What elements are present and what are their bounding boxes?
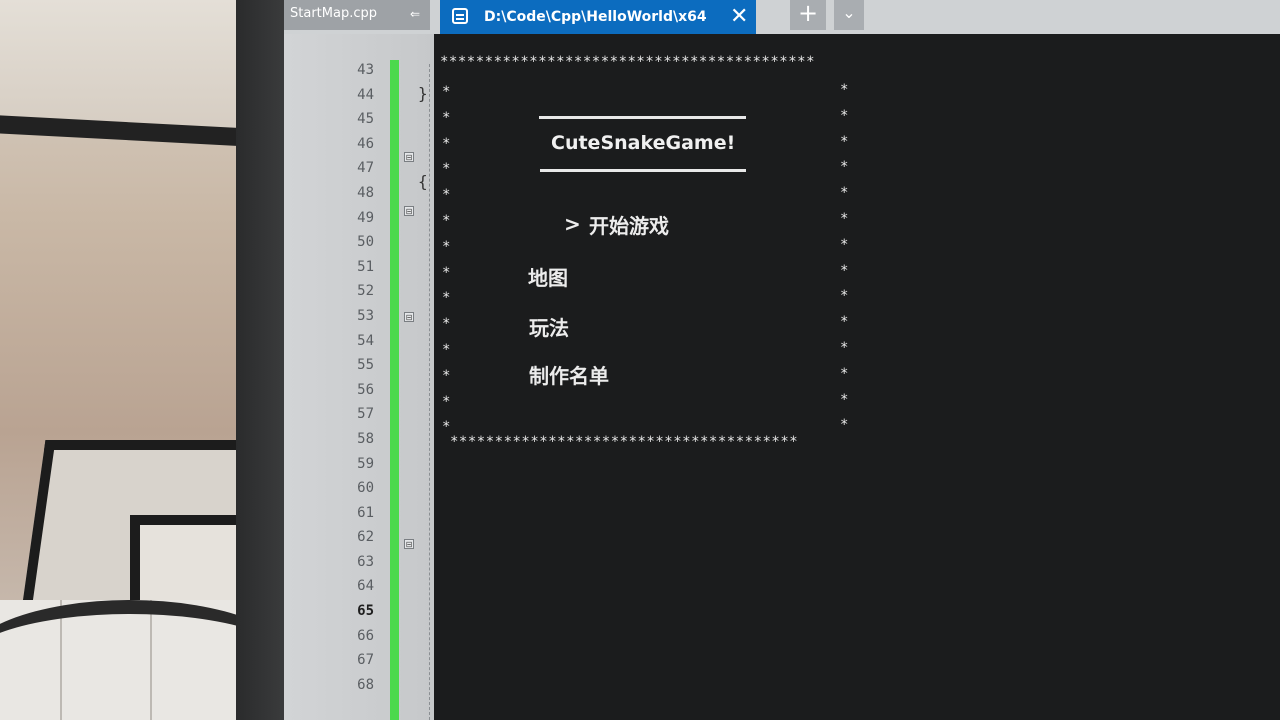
line-number: 52 <box>357 283 374 300</box>
line-number: 61 <box>357 504 374 521</box>
monitor-bezel <box>236 0 284 720</box>
chevron-down-icon[interactable]: ⌄ <box>834 0 864 30</box>
fold-toggle-icon[interactable]: ⊟ <box>404 206 414 216</box>
title-rule-top <box>539 116 746 119</box>
line-number: 58 <box>357 430 374 447</box>
menu-item-how-to-play[interactable]: 玩法 <box>529 312 569 341</box>
background-room <box>0 0 270 720</box>
line-number: 60 <box>357 480 374 497</box>
editor-gutter: 43 44 45 46 47 48 49 50 51 52 53 54 55 56 57 58 59 60 61 62… <box>284 34 434 720</box>
line-number: 62 <box>357 529 374 546</box>
line-number: 48 <box>357 184 374 201</box>
console-window-icon <box>452 8 468 24</box>
code-brace: } <box>418 84 428 103</box>
tab-label: StartMap.cpp <box>290 6 377 21</box>
pin-icon[interactable]: ⇐ <box>410 0 420 28</box>
line-number: 64 <box>357 578 374 595</box>
new-tab-button[interactable]: + <box>790 0 826 30</box>
line-number: 53 <box>357 307 374 324</box>
line-number: 51 <box>357 258 374 275</box>
menu-item-map[interactable]: 地图 <box>528 262 568 291</box>
fold-toggle-icon[interactable]: ⊟ <box>404 539 414 549</box>
line-number: 45 <box>357 111 374 128</box>
line-number: 43 <box>357 62 374 78</box>
line-number: 57 <box>357 406 374 423</box>
menu-item-credits[interactable]: 制作名单 <box>529 360 609 389</box>
line-number: 44 <box>357 86 374 103</box>
fold-toggle-icon[interactable]: ⊟ <box>404 312 414 322</box>
line-number: 56 <box>357 381 374 398</box>
tab-label: D:\Code\Cpp\HelloWorld\x64 <box>484 9 707 25</box>
border-bottom: *************************************** <box>450 434 799 450</box>
line-number: 68 <box>357 676 374 693</box>
line-number: 54 <box>357 332 374 349</box>
line-number: 65 <box>357 603 374 620</box>
menu-cursor: > <box>564 212 581 236</box>
line-number: 50 <box>357 234 374 251</box>
fold-toggle-icon[interactable]: ⊟ <box>404 152 414 162</box>
line-number: 46 <box>357 135 374 152</box>
line-number: 66 <box>357 627 374 644</box>
title-rule-bottom <box>540 169 746 172</box>
chair-arc <box>0 600 270 720</box>
line-number: 59 <box>357 455 374 472</box>
tab-bar: StartMap.cpp ⇐ D:\Code\Cpp\HelloWorld\x6… <box>284 0 1280 34</box>
indent-guide <box>429 64 430 720</box>
console-window: ****************************************… <box>434 34 1280 720</box>
change-tracking-bar <box>390 60 399 720</box>
game-title: CuteSnakeGame! <box>551 132 736 154</box>
close-icon[interactable]: ✕ <box>730 0 748 34</box>
menu-item-start-game[interactable]: 开始游戏 <box>589 210 669 239</box>
tab-startmap[interactable]: StartMap.cpp ⇐ <box>284 0 430 30</box>
line-numbers: 43 44 45 46 47 48 49 50 51 52 53 54 55 56 57 58 59 60 61 62… <box>314 62 374 701</box>
wall-upper <box>0 0 270 130</box>
border-left: * * * * * * * * * * * * * * <box>442 84 451 436</box>
tab-console[interactable]: D:\Code\Cpp\HelloWorld\x64 ✕ <box>440 0 756 34</box>
line-number: 49 <box>357 209 374 226</box>
border-right: * * * * * * * * * * * * * * <box>840 82 849 434</box>
code-brace: { <box>418 172 428 191</box>
border-top: ****************************************… <box>440 54 816 70</box>
line-number: 55 <box>357 357 374 374</box>
line-number: 67 <box>357 652 374 669</box>
line-number: 47 <box>357 160 374 177</box>
line-number: 63 <box>357 553 374 570</box>
